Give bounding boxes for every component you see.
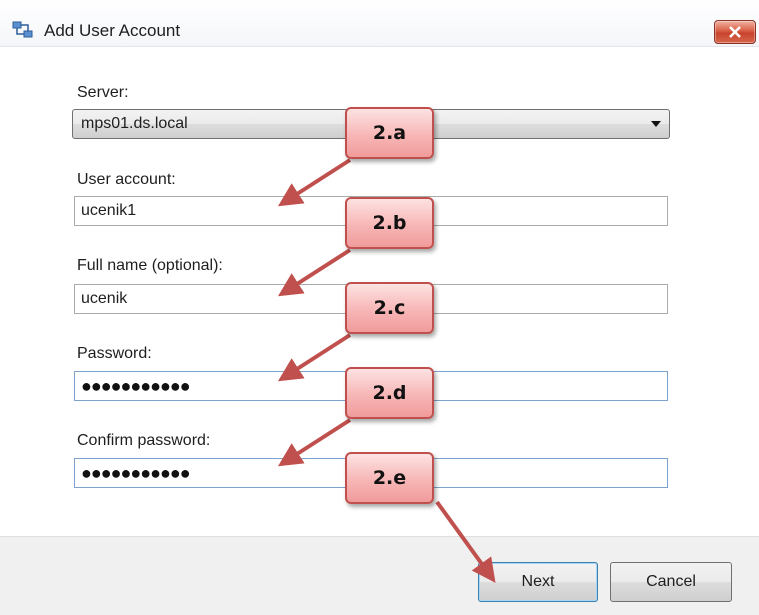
annotation-callout-2c: 2.c bbox=[345, 282, 434, 334]
user-account-label: User account: bbox=[77, 171, 176, 188]
password-masked-value: ●●●●●●●●●●● bbox=[81, 376, 191, 396]
annotation-arrow-2d bbox=[277, 418, 352, 467]
server-label: Server: bbox=[77, 84, 129, 101]
full-name-label: Full name (optional): bbox=[77, 257, 223, 274]
title-bar: Add User Account bbox=[0, 0, 759, 47]
cancel-button[interactable]: Cancel bbox=[610, 562, 732, 602]
confirm-password-masked-value: ●●●●●●●●●●● bbox=[81, 463, 191, 483]
user-account-value: ucenik1 bbox=[81, 202, 137, 219]
network-users-icon bbox=[12, 21, 33, 38]
annotation-callout-2b: 2.b bbox=[345, 197, 434, 249]
window-title: Add User Account bbox=[44, 21, 181, 40]
close-button[interactable] bbox=[714, 20, 756, 44]
annotation-callout-2a: 2.a bbox=[345, 107, 434, 159]
confirm-password-label: Confirm password: bbox=[77, 432, 211, 449]
password-label: Password: bbox=[77, 345, 152, 362]
full-name-value: ucenik bbox=[81, 290, 128, 307]
next-button[interactable]: Next bbox=[478, 562, 598, 602]
close-icon bbox=[729, 26, 741, 38]
annotation-callout-2d: 2.d bbox=[345, 367, 434, 419]
annotation-callout-2e: 2.e bbox=[345, 452, 434, 504]
server-value: mps01.ds.local bbox=[81, 115, 188, 132]
chevron-down-icon bbox=[651, 121, 661, 127]
